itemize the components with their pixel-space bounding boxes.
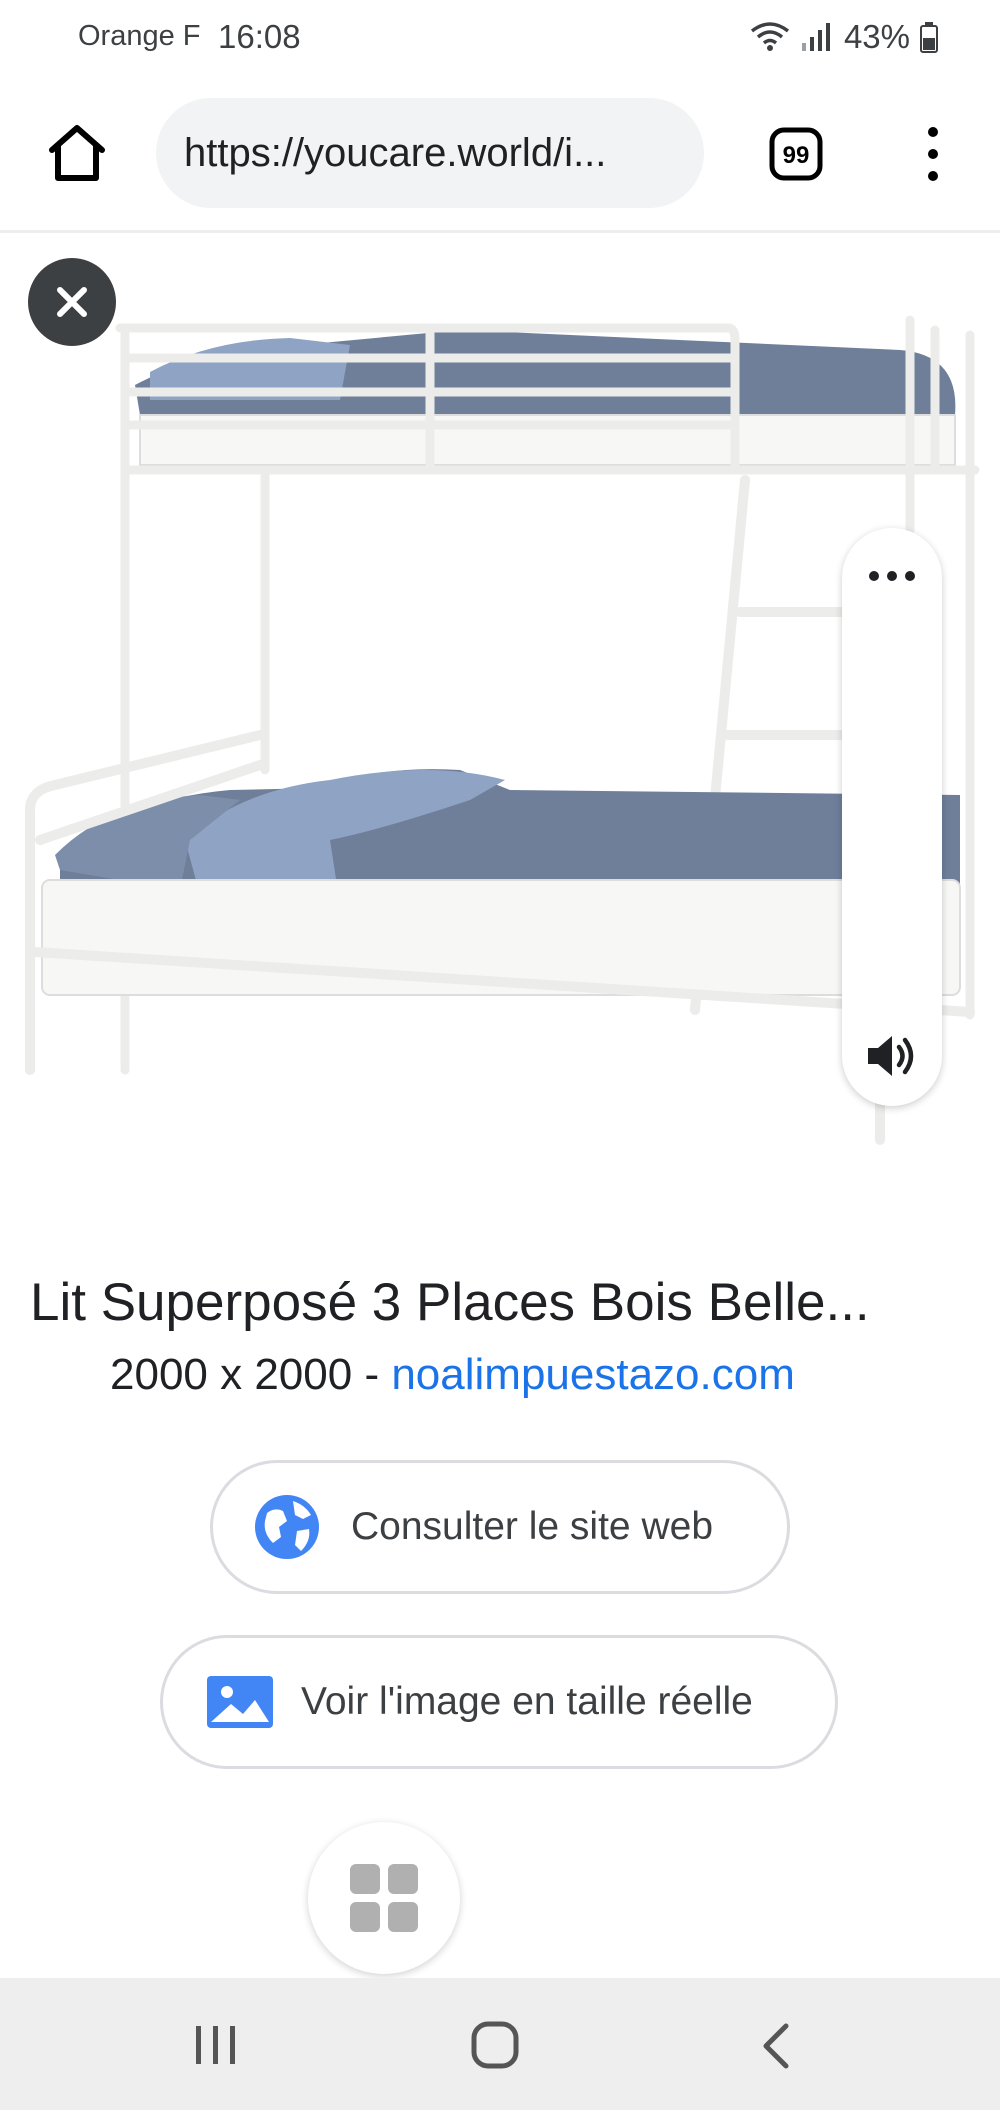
grid-icon (350, 1864, 418, 1932)
close-icon (57, 287, 87, 317)
clock: 16:08 (218, 18, 301, 55)
result-meta: 2000 x 2000 - noalimpuestazo.com (110, 1350, 795, 1400)
battery-icon (920, 22, 938, 53)
image-icon (207, 1676, 273, 1728)
wifi-icon (750, 22, 790, 51)
recent-apps-icon[interactable] (190, 2022, 242, 2068)
status-bar: Orange F 16:08 43% (0, 0, 1000, 80)
status-icons: 43% (750, 18, 938, 56)
home-nav-icon[interactable] (470, 2020, 520, 2070)
visit-site-label: Consulter le site web (351, 1505, 714, 1548)
tab-switcher-button[interactable]: 99 (768, 126, 824, 182)
app-grid-button[interactable] (308, 1822, 460, 1974)
back-icon[interactable] (758, 2020, 794, 2072)
home-icon[interactable] (46, 122, 108, 184)
more-horizontal-icon[interactable] (862, 566, 922, 586)
close-button[interactable] (28, 258, 116, 346)
result-title[interactable]: Lit Superposé 3 Places Bois Belle... (30, 1272, 970, 1333)
speaker-icon[interactable] (864, 1028, 920, 1084)
battery-percent: 43% (843, 18, 910, 55)
system-navigation-bar (0, 1978, 1000, 2110)
view-full-image-label: Voir l'image en taille réelle (301, 1680, 753, 1723)
image-dimensions: 2000 x 2000 - (110, 1350, 392, 1399)
view-full-image-button[interactable]: Voir l'image en taille réelle (160, 1635, 838, 1769)
url-text: https://youcare.world/i... (184, 130, 607, 175)
source-site-link[interactable]: noalimpuestazo.com (391, 1350, 795, 1399)
tab-count: 99 (783, 142, 810, 169)
signal-icon (801, 23, 830, 51)
globe-icon (255, 1495, 319, 1559)
visit-site-button[interactable]: Consulter le site web (210, 1460, 790, 1594)
browser-toolbar: https://youcare.world/i... 99 (0, 80, 1000, 233)
carrier-name: Orange F (78, 20, 201, 52)
side-actions-panel (842, 528, 942, 1106)
address-bar[interactable]: https://youcare.world/i... (156, 98, 704, 208)
more-options-icon[interactable] (918, 124, 948, 184)
